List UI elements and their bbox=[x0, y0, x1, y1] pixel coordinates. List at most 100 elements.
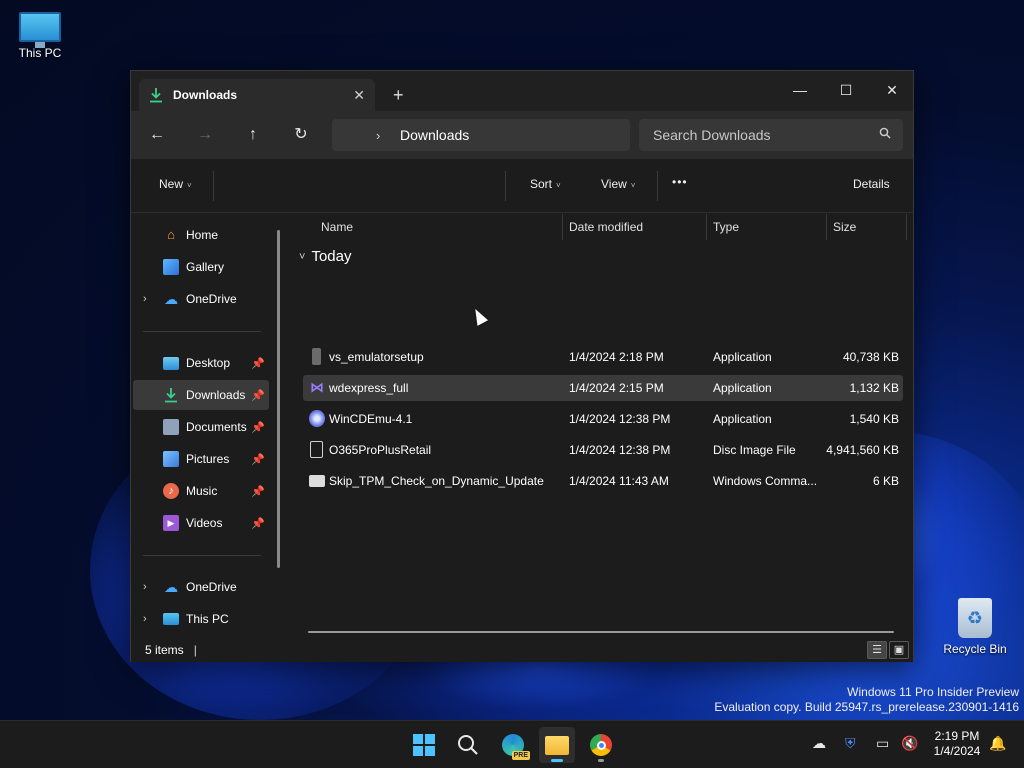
table-row[interactable]: WinCDEmu-4.1 1/4/2024 12:38 PM Applicati… bbox=[303, 406, 903, 432]
details-view-button[interactable]: ☰ bbox=[867, 641, 887, 659]
new-button[interactable]: New ˅ bbox=[159, 177, 192, 191]
pin-icon[interactable]: 📌 bbox=[251, 357, 265, 370]
more-options-button[interactable]: ••• bbox=[672, 175, 688, 189]
column-divider[interactable] bbox=[562, 214, 563, 240]
chevron-right-icon[interactable]: › bbox=[143, 581, 147, 593]
forward-button[interactable]: → bbox=[193, 123, 217, 147]
tiles-view-button[interactable]: ▣ bbox=[889, 641, 909, 659]
network-icon[interactable]: ▭ bbox=[876, 735, 889, 752]
sidebar-item-gallery[interactable]: Gallery bbox=[133, 252, 269, 282]
sidebar-item-videos[interactable]: ▶ Videos 📌 bbox=[133, 508, 269, 538]
table-row[interactable]: O365ProPlusRetail 1/4/2024 12:38 PM Disc… bbox=[303, 437, 903, 463]
file-size: 1,132 KB bbox=[849, 381, 899, 395]
status-separator: | bbox=[193, 643, 197, 657]
start-button[interactable] bbox=[406, 727, 442, 763]
title-bar[interactable]: Downloads ✕ + — ☐ ✕ bbox=[131, 71, 913, 111]
sidebar-item-music[interactable]: ♪ Music 📌 bbox=[133, 476, 269, 506]
sidebar-item-pictures[interactable]: Pictures 📌 bbox=[133, 444, 269, 474]
taskbar-chrome-button[interactable] bbox=[583, 727, 619, 763]
cloud-icon: ☁ bbox=[164, 579, 178, 595]
chevron-right-icon[interactable]: › bbox=[143, 293, 147, 305]
desktop-folder-icon bbox=[163, 356, 179, 370]
taskbar-edge-button[interactable]: PRE bbox=[495, 727, 531, 763]
breadcrumb-downloads[interactable]: Downloads bbox=[400, 127, 469, 143]
script-icon bbox=[309, 475, 325, 487]
sidebar-item-onedrive[interactable]: › ☁ OneDrive bbox=[133, 284, 269, 314]
clock[interactable]: 2:19 PM 1/4/2024 bbox=[926, 729, 988, 759]
file-type: Application bbox=[713, 381, 772, 395]
sidebar-item-desktop[interactable]: Desktop 📌 bbox=[133, 348, 269, 378]
column-header-name[interactable]: Name bbox=[321, 214, 353, 240]
table-row[interactable]: vs_emulatorsetup 1/4/2024 2:18 PM Applic… bbox=[303, 344, 903, 370]
file-date: 1/4/2024 11:43 AM bbox=[569, 474, 669, 488]
sidebar-item-label: Pictures bbox=[186, 452, 230, 466]
close-button[interactable]: ✕ bbox=[869, 75, 915, 105]
table-row[interactable]: Skip_TPM_Check_on_Dynamic_Update 1/4/202… bbox=[303, 468, 903, 494]
tab-close-icon[interactable]: ✕ bbox=[353, 87, 365, 104]
search-box[interactable] bbox=[639, 119, 903, 151]
column-header-size[interactable]: Size bbox=[833, 214, 856, 240]
clock-date: 1/4/2024 bbox=[933, 744, 981, 758]
file-name: vs_emulatorsetup bbox=[329, 350, 424, 364]
group-header-today[interactable]: ˅ Today bbox=[299, 248, 351, 265]
taskbar-file-explorer-button[interactable] bbox=[539, 727, 575, 763]
item-count: 5 items bbox=[145, 643, 184, 657]
column-divider[interactable] bbox=[706, 214, 707, 240]
documents-icon bbox=[163, 419, 179, 435]
sidebar-item-home[interactable]: ⌂ Home bbox=[133, 220, 269, 250]
column-header-date-modified[interactable]: Date modified bbox=[569, 214, 643, 240]
sidebar-item-label: Desktop bbox=[186, 356, 231, 370]
sort-label: Sort bbox=[530, 177, 553, 191]
pin-icon[interactable]: 📌 bbox=[251, 517, 265, 530]
back-button[interactable]: ← bbox=[145, 123, 169, 147]
breadcrumb-chevron-icon[interactable]: › bbox=[376, 128, 380, 143]
desktop-icon-this-pc[interactable]: This PC bbox=[0, 12, 80, 60]
pin-icon[interactable]: 📌 bbox=[251, 421, 265, 434]
sidebar-item-downloads[interactable]: Downloads 📌 bbox=[133, 380, 269, 410]
sidebar-item-this-pc[interactable]: › This PC bbox=[133, 604, 269, 634]
column-divider[interactable] bbox=[826, 214, 827, 240]
recycle-bin-icon: ♻ bbox=[958, 598, 992, 638]
horizontal-scrollbar[interactable] bbox=[308, 631, 894, 633]
pin-icon[interactable]: 📌 bbox=[251, 453, 265, 466]
wincdemu-icon bbox=[309, 410, 325, 427]
start-icon bbox=[413, 734, 435, 756]
sidebar-item-documents[interactable]: Documents 📌 bbox=[133, 412, 269, 442]
desktop-icon-recycle-bin[interactable]: ♻ Recycle Bin bbox=[935, 598, 1015, 656]
clock-time: 2:19 PM bbox=[934, 729, 980, 743]
installer-icon bbox=[312, 348, 321, 365]
minimize-button[interactable]: — bbox=[777, 75, 823, 105]
search-icon[interactable] bbox=[879, 127, 891, 139]
view-button[interactable]: View ˅ bbox=[601, 177, 635, 191]
security-icon[interactable]: ⛨ bbox=[845, 735, 856, 752]
status-bar: 5 items | ☰ ▣ bbox=[131, 638, 913, 662]
new-tab-button[interactable]: + bbox=[393, 85, 404, 105]
column-header-type[interactable]: Type bbox=[713, 214, 739, 240]
file-name: O365ProPlusRetail bbox=[329, 443, 432, 457]
table-row[interactable]: ⋈ wdexpress_full 1/4/2024 2:15 PM Applic… bbox=[303, 375, 903, 401]
bell-icon[interactable]: 🔔 bbox=[989, 735, 1006, 752]
chevron-right-icon[interactable]: › bbox=[143, 613, 147, 625]
address-bar[interactable]: › Downloads bbox=[332, 119, 630, 151]
file-size: 4,941,560 KB bbox=[826, 443, 899, 457]
file-date: 1/4/2024 12:38 PM bbox=[569, 443, 671, 457]
up-button[interactable]: ↑ bbox=[241, 123, 265, 147]
volume-mute-icon[interactable]: 🔇 bbox=[901, 735, 918, 752]
sort-button[interactable]: Sort ˅ bbox=[530, 177, 561, 191]
running-indicator bbox=[598, 759, 604, 762]
tab-downloads[interactable]: Downloads ✕ bbox=[139, 79, 375, 111]
sidebar-scrollbar[interactable] bbox=[277, 230, 280, 568]
navigation-bar: ← → ↑ ↻ › Downloads bbox=[131, 111, 913, 159]
search-input[interactable] bbox=[653, 127, 863, 143]
column-divider[interactable] bbox=[906, 214, 907, 240]
pin-icon[interactable]: 📌 bbox=[251, 485, 265, 498]
maximize-button[interactable]: ☐ bbox=[823, 75, 869, 105]
cloud-offline-icon[interactable]: ☁ bbox=[812, 735, 826, 752]
file-date: 1/4/2024 2:15 PM bbox=[569, 381, 664, 395]
details-pane-button[interactable]: Details bbox=[853, 177, 890, 191]
pin-icon[interactable]: 📌 bbox=[251, 389, 265, 402]
taskbar-search-button[interactable] bbox=[450, 727, 486, 763]
refresh-button[interactable]: ↻ bbox=[289, 123, 313, 147]
sidebar-item-onedrive-2[interactable]: › ☁ OneDrive bbox=[133, 572, 269, 602]
sidebar-item-label: Videos bbox=[186, 516, 223, 530]
